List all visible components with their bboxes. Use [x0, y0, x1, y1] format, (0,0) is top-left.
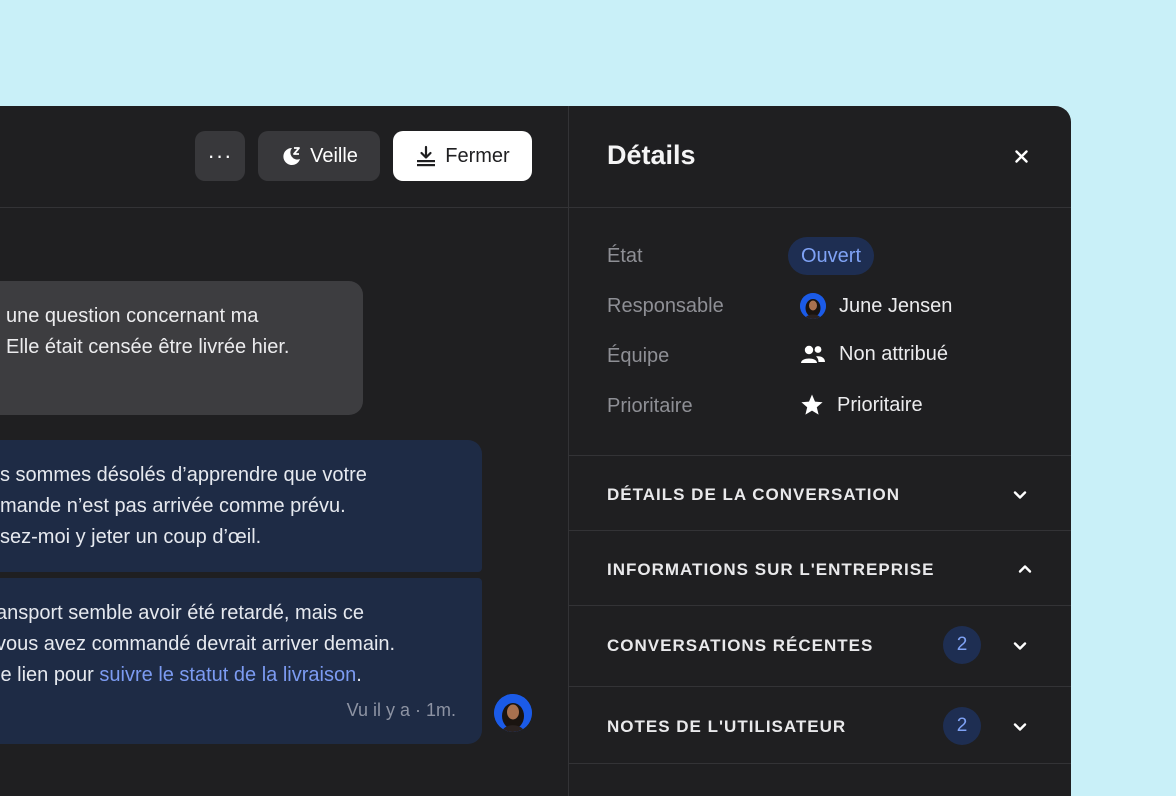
- message-line: sez-moi y jeter un coup d’œil.: [0, 526, 262, 548]
- close-tray-icon: [417, 145, 436, 167]
- section-title: NOTES DE L'UTILISATEUR: [607, 717, 847, 736]
- team-label: Équipe: [607, 345, 670, 367]
- avatar: [494, 694, 532, 732]
- conversation-pane: ··· Veille Fermer une question concernan…: [0, 106, 568, 796]
- priority-value[interactable]: Prioritaire: [800, 393, 923, 417]
- close-panel-button[interactable]: [1009, 144, 1033, 168]
- section-title: INFORMATIONS SUR L'ENTREPRISE: [607, 560, 935, 579]
- outgoing-message: s sommes désolés d’apprendre que votre m…: [0, 440, 482, 572]
- count-badge: 2: [943, 707, 981, 745]
- chevron-down-icon: [1013, 723, 1027, 731]
- section-company-info[interactable]: INFORMATIONS SUR L'ENTREPRISE: [569, 530, 1071, 605]
- message-line: Elle était censée être livrée hier.: [6, 336, 290, 358]
- team-value[interactable]: Non attribué: [800, 343, 948, 366]
- seen-timestamp: Vu il y a · 1m.: [346, 700, 456, 720]
- chevron-down-icon: [1013, 642, 1027, 650]
- link-suffix: .: [356, 664, 362, 686]
- assignee-name: June Jensen: [839, 294, 953, 317]
- person-avatar-icon: [800, 293, 826, 319]
- more-button[interactable]: ···: [195, 131, 245, 181]
- section-title: DÉTAILS DE LA CONVERSATION: [607, 485, 900, 504]
- close-conversation-label: Fermer: [445, 144, 510, 167]
- snooze-label: Veille: [310, 144, 358, 167]
- snooze-button[interactable]: Veille: [258, 131, 380, 181]
- close-conversation-button[interactable]: Fermer: [393, 131, 532, 181]
- section-recent-conversations[interactable]: CONVERSATIONS RÉCENTES 2: [569, 605, 1071, 686]
- details-panel: Détails État Ouvert Responsable June Jen…: [569, 106, 1071, 796]
- panel-title: Détails: [607, 140, 696, 170]
- message-line: mande n’est pas arrivée comme prévu.: [0, 495, 346, 517]
- section-user-notes[interactable]: NOTES DE L'UTILISATEUR 2: [569, 686, 1071, 764]
- conversation-header: ··· Veille Fermer: [0, 106, 568, 208]
- details-header: Détails: [569, 106, 1071, 208]
- delivery-status-link[interactable]: suivre le statut de la livraison: [99, 664, 356, 686]
- chevron-down-icon: [1013, 491, 1027, 499]
- people-icon: [801, 345, 825, 363]
- chevron-up-icon: [1018, 565, 1032, 573]
- section-conversation-details[interactable]: DÉTAILS DE LA CONVERSATION: [569, 455, 1071, 530]
- assignee-value[interactable]: June Jensen: [800, 293, 952, 319]
- state-label: État: [607, 245, 643, 267]
- message-line: s sommes désolés d’apprendre que votre: [0, 464, 367, 486]
- assignee-label: Responsable: [607, 295, 724, 317]
- count-badge: 2: [943, 626, 981, 664]
- outgoing-message: ansport semble avoir été retardé, mais c…: [0, 578, 482, 744]
- message-line: ansport semble avoir été retardé, mais c…: [0, 602, 364, 624]
- star-icon: [801, 394, 823, 415]
- team-name: Non attribué: [839, 343, 948, 365]
- inbox-window: ··· Veille Fermer une question concernan…: [0, 106, 1071, 796]
- message-line-with-link: le lien pour suivre le statut de la livr…: [0, 660, 482, 691]
- message-line: une question concernant ma: [6, 305, 259, 327]
- priority-text: Prioritaire: [837, 393, 923, 416]
- close-icon: [1014, 149, 1028, 163]
- avatar: [800, 293, 826, 319]
- message-line: vous avez commandé devrait arriver demai…: [0, 633, 396, 655]
- more-dots-icon: ···: [207, 143, 233, 168]
- status-badge[interactable]: Ouvert: [788, 237, 875, 275]
- incoming-message: une question concernant ma Elle était ce…: [0, 281, 363, 415]
- link-prefix: le lien pour: [0, 664, 100, 686]
- person-avatar-icon: [494, 694, 532, 732]
- priority-label: Prioritaire: [607, 395, 693, 417]
- section-title: CONVERSATIONS RÉCENTES: [607, 636, 874, 655]
- moon-z-icon: [283, 147, 301, 165]
